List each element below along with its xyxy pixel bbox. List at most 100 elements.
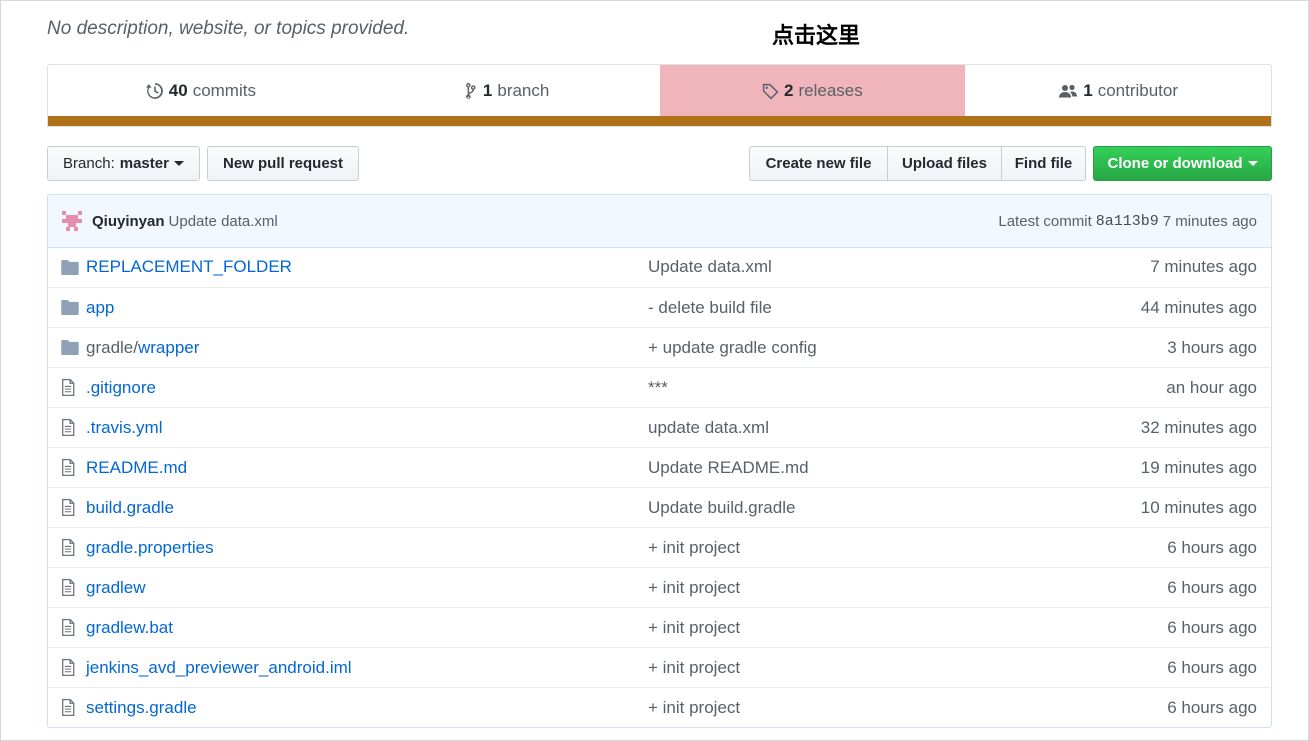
file-icon: [48, 659, 86, 676]
file-age: 6 hours ago: [1167, 577, 1257, 597]
file-commit-message[interactable]: - delete build file: [648, 298, 1028, 318]
file-name-link[interactable]: README.md: [86, 458, 648, 478]
contributors-link[interactable]: 1 contributor: [965, 65, 1271, 117]
file-name: gradlew.bat: [86, 617, 173, 637]
latest-commit-bar: Qiuyinyan Update data.xml Latest commit …: [47, 194, 1272, 248]
file-icon: [48, 499, 86, 516]
file-name-link[interactable]: .gitignore: [86, 378, 648, 398]
tag-icon: [762, 83, 779, 100]
commit-author[interactable]: Qiuyinyan: [92, 213, 165, 230]
file-name: build.gradle: [86, 497, 174, 517]
file-age: 10 minutes ago: [1140, 497, 1257, 517]
branches-count: 1: [482, 81, 493, 100]
file-commit-message[interactable]: + update gradle config: [648, 338, 1028, 358]
file-row: jenkins_avd_previewer_android.iml + init …: [48, 647, 1271, 687]
file-age: 6 hours ago: [1167, 537, 1257, 557]
contributors-label: contributor: [1097, 81, 1179, 100]
language-bar[interactable]: [48, 116, 1271, 126]
caret-down-icon: [173, 161, 184, 166]
commits-link[interactable]: 40 commits: [48, 65, 354, 117]
file-name-link[interactable]: gradle/wrapper: [86, 338, 648, 358]
folder-icon: [48, 300, 86, 315]
file-row: REPLACEMENT_FOLDER Update data.xml 7 minut…: [48, 247, 1271, 287]
branch-name: master: [119, 155, 169, 172]
file-name: wrapper: [137, 337, 200, 357]
releases-count: 2: [784, 81, 794, 100]
file-commit-message[interactable]: + init project: [648, 618, 1028, 638]
file-commit-message[interactable]: ***: [648, 378, 1028, 398]
file-commit-message[interactable]: Update data.xml: [648, 257, 1028, 277]
file-icon: [48, 579, 86, 596]
file-name: gradle.properties: [86, 537, 214, 557]
file-age: 6 hours ago: [1167, 657, 1257, 677]
file-name-link[interactable]: gradle.properties: [86, 538, 648, 558]
file-age: 44 minutes ago: [1140, 297, 1257, 317]
find-file-button[interactable]: Find file: [1001, 147, 1085, 180]
file-row: .travis.yml update data.xml 32 minutes ago: [48, 407, 1271, 447]
repo-numbers-summary: 40 commits 1 branch 2 releases 1 contrib…: [47, 64, 1272, 127]
file-list: REPLACEMENT_FOLDER Update data.xml 7 minut…: [47, 247, 1272, 728]
file-name: .gitignore: [86, 377, 156, 397]
repo-description: No description, website, or topics provi…: [47, 18, 410, 39]
file-age: 6 hours ago: [1167, 697, 1257, 717]
file-name-link[interactable]: jenkins_avd_previewer_android.iml: [86, 658, 648, 678]
file-name-link[interactable]: REPLACEMENT_FOLDER: [86, 257, 648, 277]
branches-link[interactable]: 1 branch: [354, 65, 660, 117]
file-age: 19 minutes ago: [1140, 457, 1257, 477]
commit-sha[interactable]: 8a113b9: [1096, 213, 1159, 230]
commit-age: 7 minutes ago: [1162, 212, 1257, 230]
file-commit-message[interactable]: + init project: [648, 698, 1028, 718]
releases-link[interactable]: 2 releases: [659, 65, 966, 117]
file-name: .travis.yml: [86, 417, 163, 437]
file-name-link[interactable]: .travis.yml: [86, 418, 648, 438]
contributors-count: 1: [1083, 81, 1093, 100]
branch-prefix: Branch:: [63, 155, 115, 172]
file-row: build.gradle Update build.gradle 10 minute…: [48, 487, 1271, 527]
avatar[interactable]: [62, 211, 82, 231]
file-name-link[interactable]: app: [86, 298, 648, 318]
file-commit-message[interactable]: Update README.md: [648, 458, 1028, 478]
file-name: README.md: [86, 457, 188, 477]
file-icon: [48, 699, 86, 716]
file-commit-message[interactable]: + init project: [648, 658, 1028, 678]
commits-label: commits: [192, 81, 256, 100]
file-age: 3 hours ago: [1167, 337, 1257, 357]
history-icon: [145, 82, 164, 100]
new-pull-request-button[interactable]: New pull request: [207, 146, 359, 181]
file-name: gradlew: [86, 577, 146, 597]
latest-commit-label: Latest commit: [998, 212, 1092, 230]
caret-down-icon: [1247, 161, 1258, 166]
file-commit-message[interactable]: + init project: [648, 578, 1028, 598]
file-row: gradle/wrapper + update gradle config 3 ho…: [48, 327, 1271, 367]
create-new-file-button[interactable]: Create new file: [750, 147, 887, 180]
file-actions-group: Create new file Upload files Find file: [749, 146, 1086, 181]
people-icon: [1058, 83, 1078, 100]
file-age: 6 hours ago: [1167, 617, 1257, 637]
file-age: 7 minutes ago: [1150, 257, 1257, 276]
file-commit-message[interactable]: Update build.gradle: [648, 498, 1028, 518]
file-name-prefix: gradle/: [86, 337, 138, 357]
file-icon: [48, 539, 86, 556]
file-name-link[interactable]: settings.gradle: [86, 698, 648, 718]
commit-message[interactable]: Update data.xml: [169, 213, 278, 230]
clone-or-download-button[interactable]: Clone or download: [1093, 146, 1272, 181]
file-row: .gitignore *** an hour ago: [48, 367, 1271, 407]
file-icon: [48, 459, 86, 476]
branch-select-button[interactable]: Branch: master: [47, 146, 200, 181]
folder-icon: [48, 340, 86, 355]
file-icon: [48, 379, 86, 396]
file-icon: [48, 419, 86, 436]
file-row: settings.gradle + init project 6 hours ago: [48, 687, 1271, 727]
file-commit-message[interactable]: + init project: [648, 538, 1028, 558]
upload-files-button[interactable]: Upload files: [887, 147, 1001, 180]
commits-count: 40: [168, 81, 188, 100]
branches-label: branch: [497, 81, 550, 100]
file-commit-message[interactable]: update data.xml: [648, 418, 1028, 438]
file-row: gradlew + init project 6 hours ago: [48, 567, 1271, 607]
file-name-link[interactable]: gradlew: [86, 578, 648, 598]
file-name-link[interactable]: gradlew.bat: [86, 618, 648, 638]
file-name: app: [86, 297, 115, 317]
clone-label: Clone or download: [1107, 155, 1243, 172]
file-name-link[interactable]: build.gradle: [86, 498, 648, 518]
file-name: REPLACEMENT_FOLDER: [86, 257, 292, 276]
